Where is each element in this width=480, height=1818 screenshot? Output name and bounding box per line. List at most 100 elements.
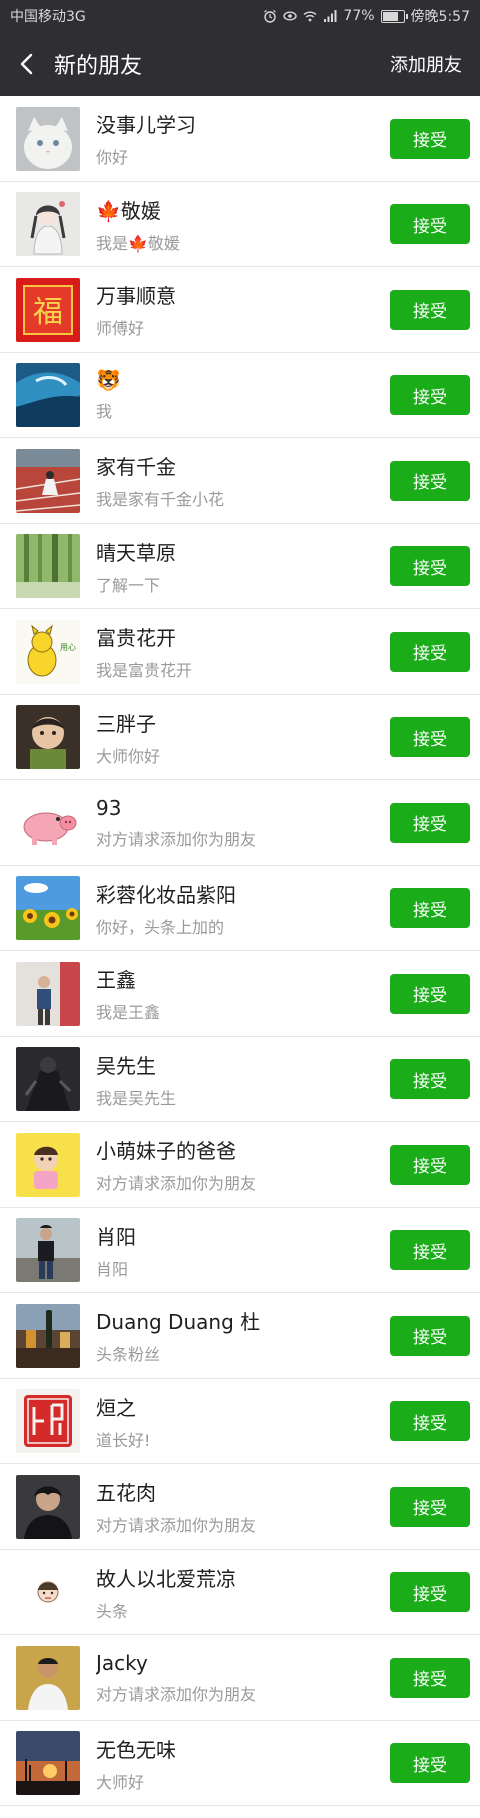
avatar[interactable] [16,1560,80,1625]
friend-name: 🐯 [96,368,121,393]
friend-request-row[interactable]: 93 对方请求添加你为朋友 接受 [0,780,480,866]
avatar[interactable]: 福 [16,277,80,342]
avatar[interactable] [16,961,80,1026]
avatar[interactable] [16,1389,80,1454]
accept-button[interactable]: 接受 [390,802,470,843]
accept-button[interactable]: 接受 [390,546,470,587]
yellow-cartoon-cat: 用心 [16,619,80,684]
avatar[interactable] [16,1645,80,1710]
accept-button[interactable]: 接受 [390,118,470,159]
accept-button[interactable]: 接受 [390,973,470,1014]
accept-button[interactable]: 接受 [390,289,470,330]
chevron-left-icon [20,53,33,75]
accept-button[interactable]: 接受 [390,1743,470,1784]
friend-text: 93 对方请求添加你为朋友 [96,796,390,850]
friend-request-row[interactable]: Jacky 对方请求添加你为朋友 接受 [0,1635,480,1721]
friend-text: 吴先生 我是吴先生 [96,1050,390,1109]
friend-text: 肖阳 肖阳 [96,1221,390,1280]
accept-button[interactable]: 接受 [390,1486,470,1527]
drinks-table [16,1303,80,1368]
accept-button[interactable]: 接受 [390,1315,470,1356]
friend-request-row[interactable]: 三胖子 大师你好 接受 [0,695,480,781]
status-icons: 77% 傍晚5:57 [263,6,470,26]
friend-request-row[interactable]: 小萌妹子的爸爸 对方请求添加你为朋友 接受 [0,1122,480,1208]
friend-name: 彩蓉化妆品紫阳 [96,882,236,907]
friend-request-row[interactable]: 🐯 我 接受 [0,353,480,439]
friend-request-row[interactable]: 王鑫 我是王鑫 接受 [0,951,480,1037]
anime-girl-drawing [16,192,80,257]
accept-button[interactable]: 接受 [390,631,470,672]
friend-message: 对方请求添加你为朋友 [96,829,257,849]
red-fu-character: 福 [16,277,80,342]
avatar[interactable] [16,106,80,171]
small-cartoon-face [16,1560,80,1625]
page-title: 新的朋友 [54,54,143,79]
sunflower-field [16,876,80,941]
friend-text: 三胖子 大师你好 [96,708,390,767]
friend-request-row[interactable]: 故人以北爱荒凉 头条 接受 [0,1550,480,1636]
friend-message: 你好 [96,148,129,168]
accept-button[interactable]: 接受 [390,1572,470,1613]
friend-message: 道长好! [96,1430,151,1450]
friend-request-row[interactable]: 五花肉 对方请求添加你为朋友 接受 [0,1464,480,1550]
add-friend-button[interactable]: 添加朋友 [390,51,462,77]
avatar[interactable] [16,1474,80,1539]
accept-button[interactable]: 接受 [390,204,470,245]
accept-button[interactable]: 接受 [390,1059,470,1100]
friend-request-row[interactable]: 肖阳 肖阳 接受 [0,1208,480,1294]
friend-request-row[interactable]: Duang Duang 杜头条粉丝 接受 [0,1293,480,1379]
avatar[interactable] [16,790,80,855]
friend-name: 家有千金 [96,455,176,480]
accept-button[interactable]: 接受 [390,1144,470,1185]
avatar[interactable] [16,363,80,428]
back-button[interactable] [10,48,42,80]
eye-icon [283,11,298,21]
friend-request-row[interactable]: 晴天草原 了解一下 接受 [0,524,480,610]
avatar[interactable] [16,448,80,513]
toddler-yellow [16,1132,80,1197]
avatar[interactable] [16,192,80,257]
carrier-label: 中国移动3G [10,9,86,25]
baby-photo [16,705,80,770]
friend-text: Duang Duang 杜头条粉丝 [96,1306,390,1365]
friend-text: 富贵花开 我是富贵花开 [96,622,390,681]
friend-request-row[interactable]: 吴先生 我是吴先生 接受 [0,1037,480,1123]
avatar[interactable] [16,534,80,599]
avatar[interactable] [16,1303,80,1368]
friend-message: 头条粉丝 [96,1345,161,1365]
avatar[interactable] [16,1731,80,1796]
avatar[interactable] [16,1132,80,1197]
accept-button[interactable]: 接受 [390,888,470,929]
svg-text:福: 福 [33,295,63,330]
friend-message: 我是家有千金小花 [96,490,225,510]
accept-button[interactable]: 接受 [390,1401,470,1442]
friend-request-row[interactable]: 没事儿学习 你好 接受 [0,96,480,182]
friend-request-row[interactable]: 用心 富贵花开 我是富贵花开 接受 [0,609,480,695]
friend-request-row[interactable]: 福万事顺意 师傅好 接受 [0,267,480,353]
friend-request-row[interactable]: 烜之 道长好! 接受 [0,1379,480,1465]
avatar[interactable] [16,1047,80,1112]
friend-text: 万事顺意 师傅好 [96,280,390,339]
sunset-silhouette [16,1731,80,1796]
avatar[interactable] [16,876,80,941]
friend-name: 肖阳 [96,1224,136,1249]
accept-button[interactable]: 接受 [390,1657,470,1698]
friend-message: 我 [96,402,113,422]
avatar[interactable]: 用心 [16,619,80,684]
friend-name: 三胖子 [96,711,156,736]
friend-text: 故人以北爱荒凉 头条 [96,1563,390,1622]
avatar[interactable] [16,1218,80,1283]
friend-text: Jacky 对方请求添加你为朋友 [96,1651,390,1705]
friend-request-row[interactable]: 家有千金我是家有千金小花 接受 [0,438,480,524]
accept-button[interactable]: 接受 [390,375,470,416]
accept-button[interactable]: 接受 [390,460,470,501]
friend-text: 彩蓉化妆品紫阳 你好，头条上加的 [96,879,390,938]
accept-button[interactable]: 接受 [390,717,470,758]
avatar[interactable] [16,705,80,770]
accept-button[interactable]: 接受 [390,1230,470,1271]
friend-request-row[interactable]: 彩蓉化妆品紫阳 你好，头条上加的 接受 [0,866,480,952]
friend-request-row[interactable]: 无色无味 大师好 接受 [0,1721,480,1807]
friend-name: 富贵花开 [96,626,176,651]
friend-request-row[interactable]: 🍁敬媛 我是🍁敬媛 接受 [0,182,480,268]
friend-text: 没事儿学习 你好 [96,109,390,168]
